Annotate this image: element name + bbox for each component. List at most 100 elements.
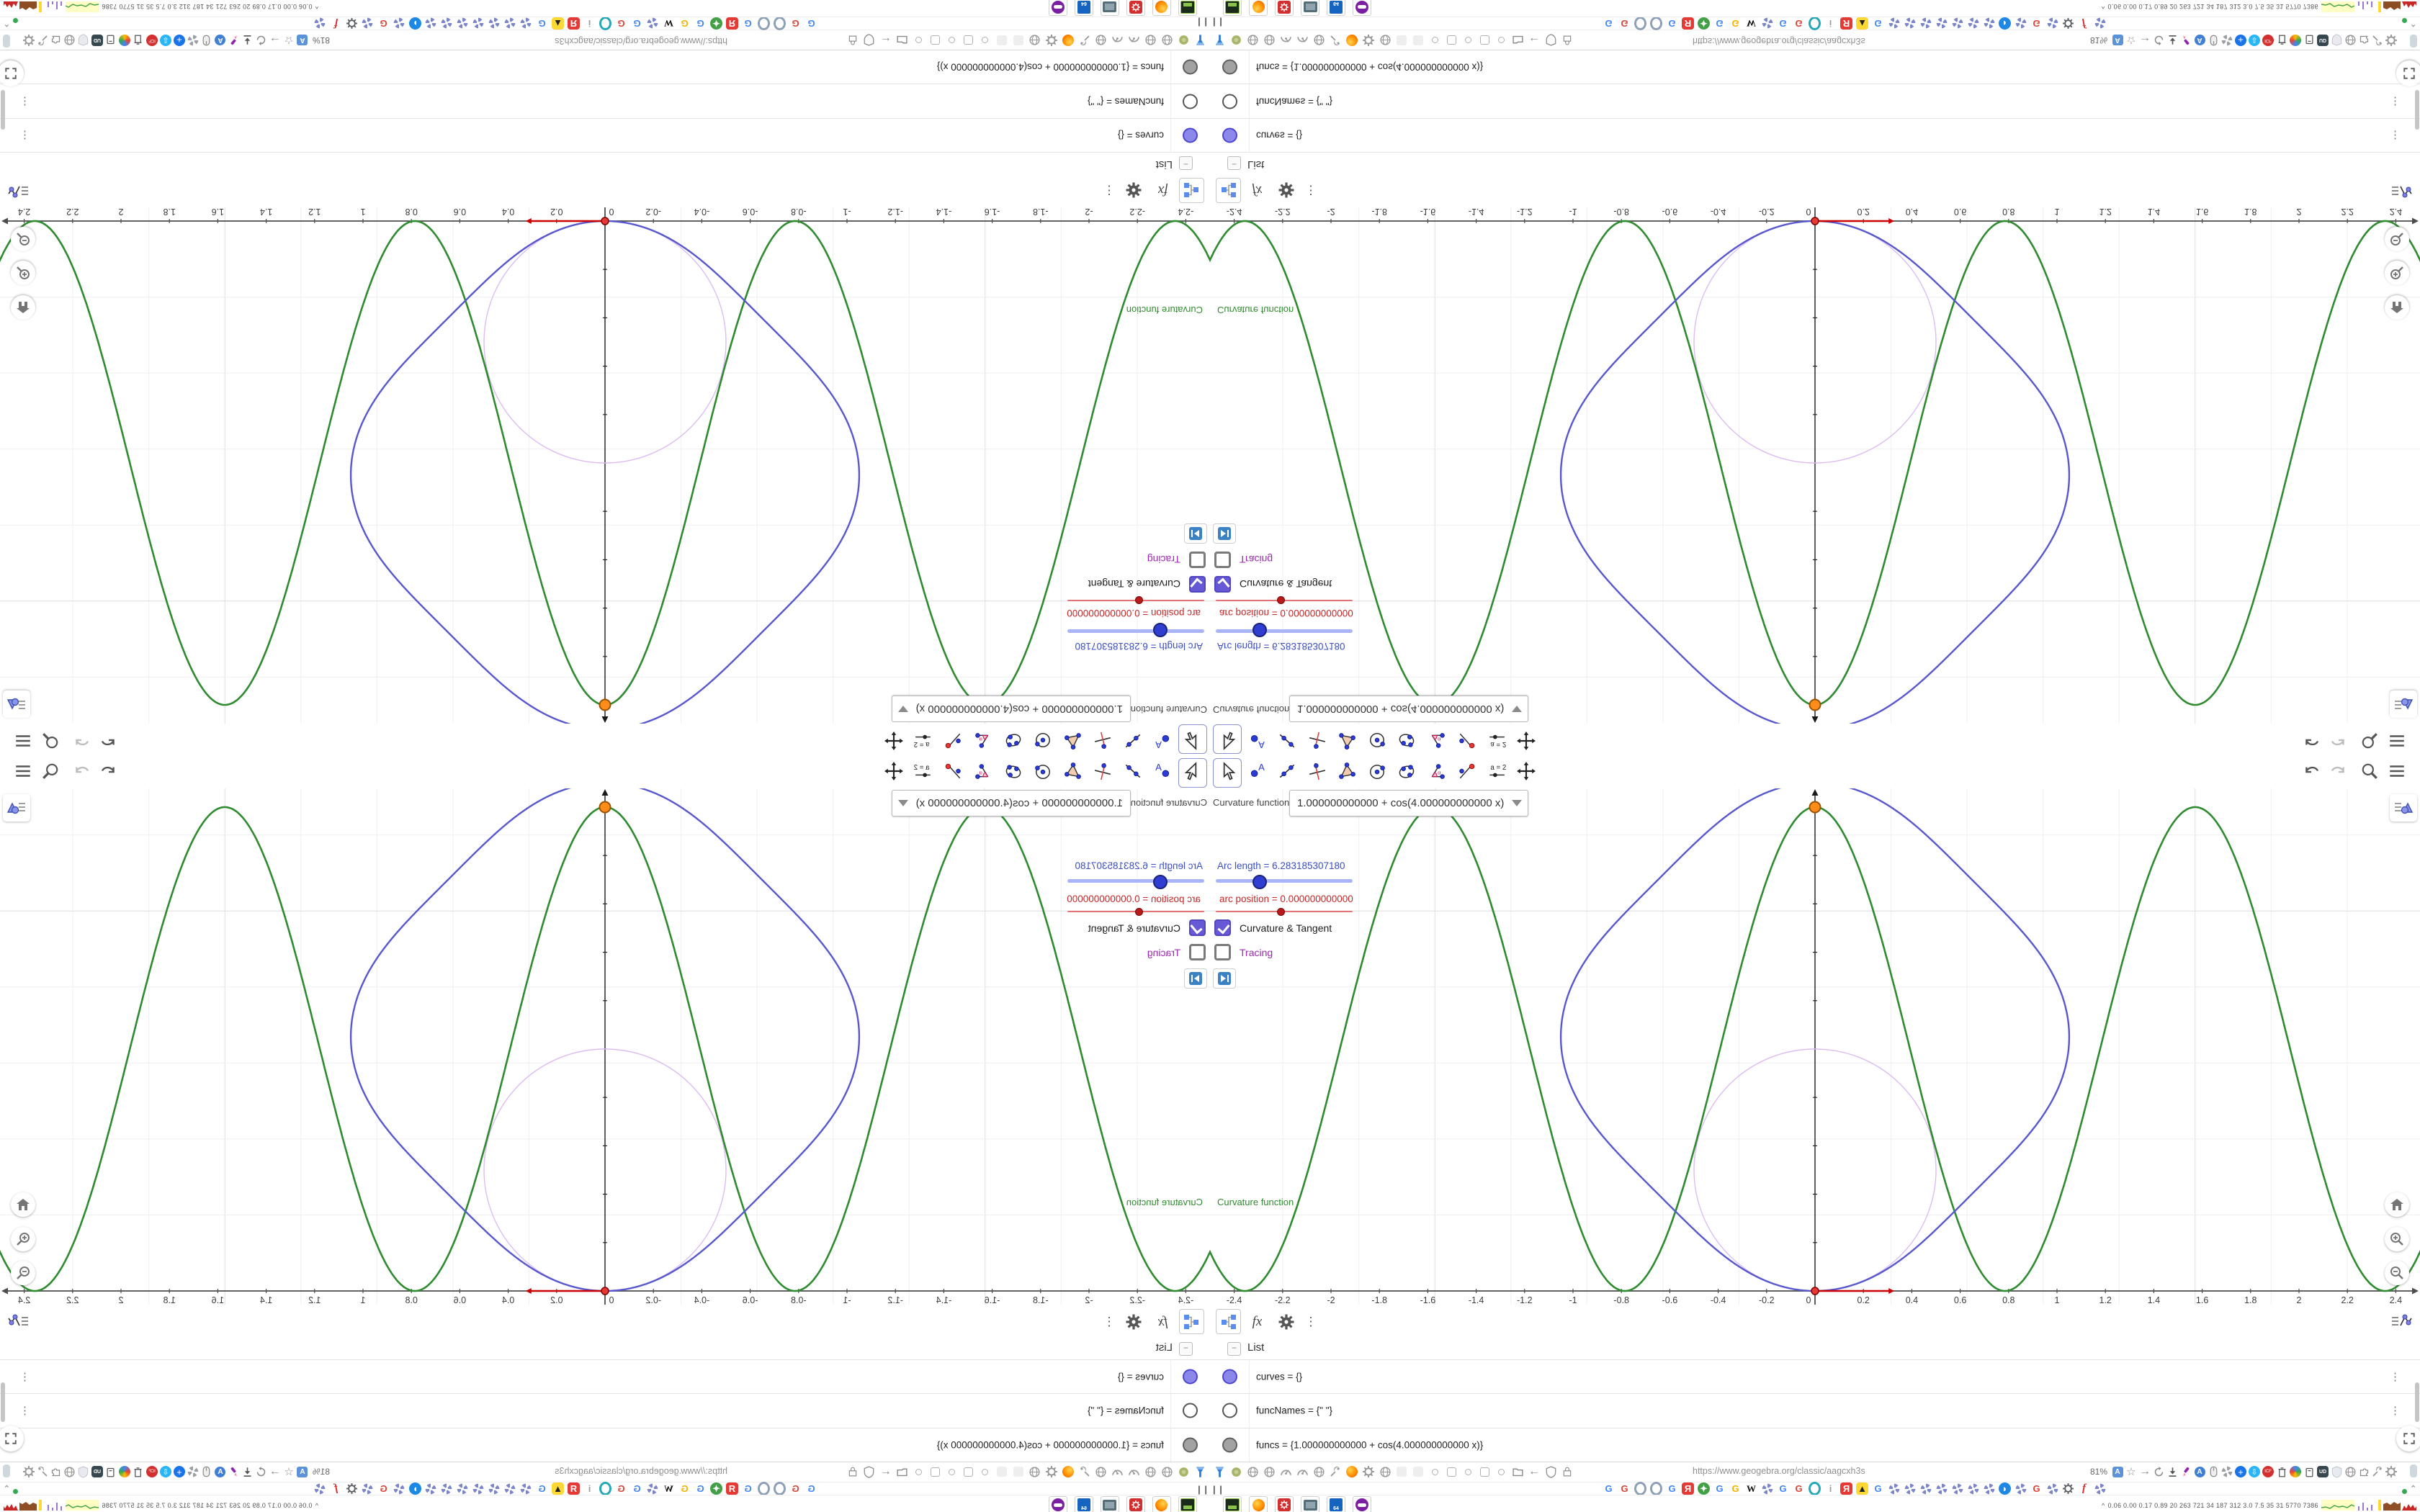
favicon-pinwheel[interactable] bbox=[393, 1482, 405, 1495]
status-url[interactable]: https://www.geogebra.org/classic/aagcxh3… bbox=[1693, 36, 1865, 46]
tracing-checkbox[interactable] bbox=[1189, 944, 1206, 960]
red-badge-icon[interactable]: ICF bbox=[145, 1463, 158, 1480]
algebra-kebab-menu[interactable]: ⋮ bbox=[1302, 178, 1319, 203]
app-floppy-64-button[interactable]: 64 bbox=[1327, 0, 1345, 16]
wrench-icon[interactable] bbox=[1077, 1463, 1093, 1480]
tool-line-button[interactable] bbox=[1119, 758, 1147, 788]
visibility-marble-purple[interactable] bbox=[1222, 128, 1237, 143]
favicon-pinwheel[interactable] bbox=[1935, 1482, 1948, 1495]
favicon-g-blue[interactable]: G bbox=[631, 1482, 643, 1495]
favicon-g-blue[interactable]: G bbox=[1713, 17, 1726, 30]
tool-point-button[interactable]: A bbox=[1242, 758, 1272, 788]
globe-color-icon[interactable] bbox=[118, 1463, 131, 1480]
globe-icon[interactable] bbox=[1311, 32, 1327, 49]
collapse-group-button[interactable]: − bbox=[1179, 156, 1193, 170]
redo-button[interactable] bbox=[2328, 762, 2348, 783]
menu-button[interactable] bbox=[13, 729, 33, 750]
gauge-icon[interactable] bbox=[1278, 1463, 1294, 1480]
tool-perpendicular-line-button[interactable] bbox=[1088, 758, 1118, 788]
status-url[interactable]: https://www.geogebra.org/classic/aagcxh3… bbox=[1693, 1466, 1865, 1476]
home-button[interactable] bbox=[2385, 1192, 2409, 1217]
paintbrush-icon[interactable] bbox=[228, 1463, 241, 1480]
favicon-g-red[interactable]: G bbox=[789, 17, 802, 30]
globe-icon[interactable] bbox=[63, 1463, 76, 1480]
dot-icon[interactable] bbox=[944, 32, 960, 49]
favicon-f-red[interactable]: f bbox=[330, 1482, 342, 1495]
tool-move-graphics-button[interactable] bbox=[1512, 724, 1541, 754]
zoom-out-button[interactable] bbox=[11, 1261, 35, 1285]
download-icon[interactable] bbox=[241, 32, 254, 49]
favicon-pinwheel[interactable] bbox=[1967, 17, 1979, 30]
favicon-wikipedia[interactable]: W bbox=[1745, 17, 1757, 30]
favicon-ghost-green[interactable]: ✦ bbox=[710, 17, 722, 30]
algebra-scrollbar[interactable] bbox=[2415, 1382, 2419, 1422]
algebra-group-header[interactable]: − List bbox=[0, 1337, 1210, 1360]
favicon-pinwheel[interactable] bbox=[2046, 1482, 2058, 1495]
algebra-row[interactable]: funcs = {1.000000000000 + cos(4.00000000… bbox=[0, 50, 1210, 84]
row-kebab-menu[interactable]: ⋮ bbox=[2390, 130, 2401, 143]
visibility-marble-gray[interactable] bbox=[1222, 1437, 1237, 1452]
tool-conic-5-points-button[interactable] bbox=[999, 724, 1028, 754]
app-red-gear-button[interactable] bbox=[1275, 1496, 1294, 1512]
shield-icon[interactable] bbox=[1543, 1463, 1559, 1480]
paintbrush-icon[interactable] bbox=[2179, 1463, 2192, 1480]
fx-button[interactable]: fx bbox=[1150, 178, 1175, 203]
shield-icon[interactable] bbox=[1543, 32, 1559, 49]
back-arrow-icon[interactable]: ← bbox=[1526, 1463, 1542, 1480]
fx-button[interactable]: fx bbox=[1150, 1309, 1175, 1334]
wrench-icon[interactable] bbox=[2371, 1463, 2384, 1480]
row-kebab-menu[interactable]: ⋮ bbox=[2390, 1404, 2401, 1417]
arc-position-point[interactable] bbox=[1811, 1287, 1819, 1295]
favicon-pinwheel[interactable] bbox=[1904, 17, 1916, 30]
reload-icon[interactable] bbox=[2152, 1463, 2165, 1480]
search-button[interactable] bbox=[40, 729, 60, 750]
collapse-group-button[interactable]: − bbox=[1227, 1342, 1241, 1356]
favicon-wikipedia[interactable]: W bbox=[663, 17, 675, 30]
folder-icon[interactable] bbox=[895, 1463, 910, 1480]
dot-icon[interactable] bbox=[1493, 32, 1509, 49]
tool-move-button[interactable] bbox=[1178, 724, 1207, 754]
zoom-in-button[interactable] bbox=[2385, 1227, 2409, 1251]
app-monitor-camera-button[interactable] bbox=[1301, 1496, 1319, 1512]
app-floppy-64-button[interactable]: 64 bbox=[1327, 1496, 1345, 1512]
tool-line-button[interactable] bbox=[1273, 758, 1301, 788]
tool-move-graphics-button[interactable] bbox=[1512, 758, 1541, 788]
tool-perpendicular-line-button[interactable] bbox=[1302, 724, 1332, 754]
reload-icon[interactable] bbox=[255, 1463, 268, 1480]
row-kebab-menu[interactable]: ⋮ bbox=[19, 1370, 30, 1383]
down-blue-icon[interactable]: ⇩ bbox=[2248, 1463, 2261, 1480]
bin-icon[interactable] bbox=[2303, 32, 2316, 49]
favicon-chat-blue[interactable]: ◗ bbox=[1999, 1482, 2011, 1495]
favicon-gear-dark[interactable] bbox=[346, 1482, 358, 1495]
star-icon[interactable]: ☆ bbox=[282, 1463, 295, 1480]
tool-perpendicular-line-button[interactable] bbox=[1088, 724, 1118, 754]
favicon-g-blue[interactable]: G bbox=[631, 17, 643, 30]
favicon-g-blue[interactable]: G bbox=[536, 1482, 548, 1495]
favicon-g-red[interactable]: G bbox=[2030, 1482, 2043, 1495]
favicon-ghost-green[interactable]: ✦ bbox=[710, 1482, 722, 1495]
visibility-marble-purple[interactable] bbox=[1183, 1369, 1198, 1384]
dot-icon[interactable] bbox=[1460, 1463, 1476, 1480]
ghost-square-icon[interactable] bbox=[1010, 1463, 1026, 1480]
vlc-cone-icon[interactable] bbox=[1193, 32, 1209, 49]
arc-length-slider-thumb[interactable] bbox=[1153, 875, 1168, 889]
arc-position-point[interactable] bbox=[601, 1287, 609, 1295]
favicon-pinwheel[interactable] bbox=[472, 17, 485, 30]
graphics-stylebar-toggle-button[interactable] bbox=[2390, 690, 2417, 718]
tool-perpendicular-line-button[interactable] bbox=[1302, 758, 1332, 788]
olive-circle-icon[interactable] bbox=[1176, 32, 1192, 49]
play-step-button[interactable] bbox=[1184, 523, 1207, 544]
tool-conic-5-points-button[interactable] bbox=[1392, 724, 1421, 754]
favicon-f-red[interactable]: f bbox=[330, 17, 342, 30]
trash-icon[interactable] bbox=[132, 1463, 145, 1480]
plus-blue-icon[interactable]: + bbox=[2234, 32, 2247, 49]
globe-color-icon[interactable] bbox=[118, 32, 131, 49]
reload-icon[interactable] bbox=[255, 32, 268, 49]
globe-icon[interactable] bbox=[1245, 32, 1260, 49]
home-button[interactable] bbox=[11, 295, 35, 320]
algebra-row[interactable]: funcNames = {" "} ⋮ bbox=[1210, 84, 2420, 119]
visibility-marble-white[interactable] bbox=[1183, 94, 1198, 109]
vlc-cone-icon[interactable] bbox=[1211, 1463, 1227, 1480]
collapse-group-button[interactable]: − bbox=[1179, 1342, 1193, 1356]
download-icon[interactable] bbox=[2166, 1463, 2179, 1480]
